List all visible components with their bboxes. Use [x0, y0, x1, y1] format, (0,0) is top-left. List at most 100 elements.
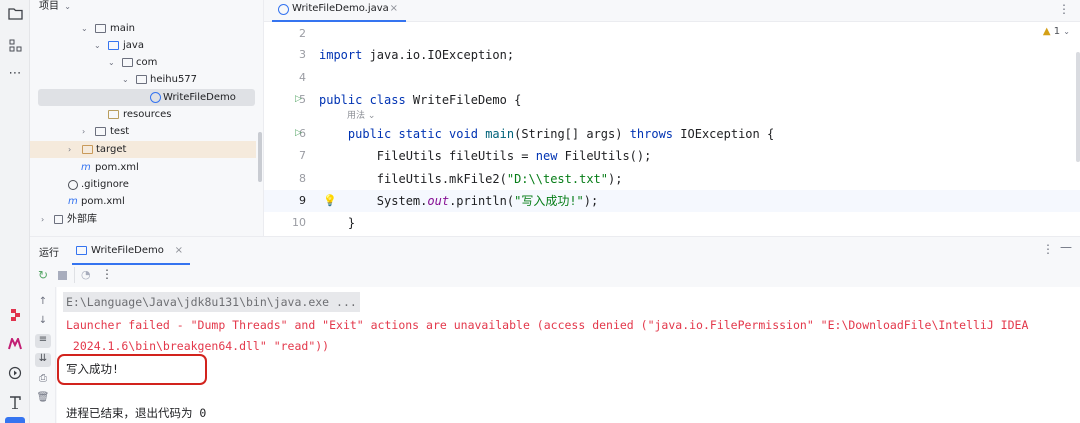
trash-icon[interactable]: 🗑 [36, 392, 50, 403]
chevron-down-icon: ⌄ [1063, 27, 1070, 36]
editor-scrollbar[interactable] [1076, 52, 1080, 162]
tree-item-resources[interactable]: resources [30, 106, 256, 123]
tree-item-main[interactable]: ⌄ main [30, 20, 256, 37]
maven-file-icon: m [68, 196, 78, 207]
line-number: 9 [299, 194, 306, 207]
folder-icon [95, 24, 106, 33]
tree-item-label: pom.xml [81, 196, 125, 207]
ignore-file-icon [68, 180, 78, 190]
excluded-folder-icon [82, 145, 93, 154]
camera-icon[interactable]: ◔ [81, 268, 91, 281]
console-side-toolbar: ↑ ↓ ≡ ⇊ ⎙ 🗑 [30, 287, 56, 423]
rerun-icon[interactable]: ↻ [38, 268, 48, 282]
tree-item-test[interactable]: › test [30, 123, 256, 140]
tab-label: WriteFileDemo.java [292, 3, 389, 14]
more-actions-icon[interactable]: ⋮ [1058, 2, 1070, 16]
tab-writefiledemo-java[interactable]: WriteFileDemo.java × [272, 0, 406, 22]
tree-item-heihu577[interactable]: ⌄ heihu577 [30, 71, 256, 88]
tree-item-java[interactable]: ⌄ java [30, 37, 256, 54]
chevron-down-icon: ⌄ [94, 41, 101, 50]
run-tab-label: WriteFileDemo [91, 245, 164, 256]
tree-item-label: heihu577 [150, 74, 198, 85]
project-panel-title: 项目 [39, 1, 59, 12]
code-editor[interactable]: ▲ 1 ⌄ 2 3 4 5 6 7 8 9 10 ▷ ▷ 💡 import ja… [264, 22, 1080, 236]
scroll-to-end-icon[interactable]: ⇊ [35, 353, 51, 367]
package-icon [136, 75, 147, 84]
chevron-down-icon: ⌄ [122, 75, 129, 84]
project-scrollbar[interactable] [258, 132, 262, 182]
print-icon[interactable]: ⎙ [36, 373, 50, 384]
chevron-down-icon: ⌄ [81, 24, 88, 33]
maven-icon[interactable] [4, 333, 26, 355]
tool-window-strip: ⋯ [0, 0, 30, 423]
tree-item-pom-module[interactable]: m pom.xml [30, 159, 256, 176]
chevron-right-icon: › [41, 215, 45, 224]
close-icon[interactable]: × [175, 239, 183, 263]
tree-item-writefiledemo[interactable]: WriteFileDemo [38, 89, 255, 106]
tree-item-pom-root[interactable]: m pom.xml [30, 193, 256, 210]
more-actions-icon[interactable]: ⋮ [1042, 242, 1054, 256]
console-exit-line: 进程已结束，退出代码为 0 [66, 406, 207, 420]
chevron-down-icon: ⌄ [64, 2, 71, 11]
annotation-highlight-box [57, 354, 207, 385]
minimize-icon[interactable]: — [1060, 240, 1072, 254]
inspection-widget[interactable]: ▲ 1 ⌄ [1043, 26, 1070, 37]
run-toolbar: ↻ ◔ ⋮ [30, 265, 1080, 287]
console-command-line: E:\Language\Java\jdk8u131\bin\java.exe .… [63, 292, 360, 312]
active-tool-indicator [5, 417, 25, 423]
line-number: 8 [299, 172, 306, 185]
stop-icon[interactable] [58, 271, 67, 280]
maven-file-icon: m [81, 162, 91, 173]
tree-item-external-libraries[interactable]: › 外部库 [30, 211, 256, 228]
tree-item-target[interactable]: › target [30, 141, 256, 158]
tree-item-gitignore[interactable]: .gitignore [30, 176, 256, 193]
services-icon[interactable] [4, 362, 26, 384]
java-class-icon [278, 4, 289, 15]
usages-hint[interactable]: 用法 ⌄ [347, 108, 375, 124]
terminal-icon[interactable] [4, 391, 26, 413]
soft-wrap-icon[interactable]: ≡ [35, 334, 51, 348]
code-line-10: } [319, 216, 356, 230]
package-icon [122, 58, 133, 67]
close-icon[interactable]: × [390, 0, 398, 18]
code-line-3: import java.io.IOException; [319, 48, 515, 62]
chevron-down-icon: ⌄ [108, 58, 115, 67]
folder-icon [95, 127, 106, 136]
warning-icon: ▲ [1042, 26, 1051, 37]
run-panel-title: 运行 [39, 248, 59, 259]
console-output[interactable]: E:\Language\Java\jdk8u131\bin\java.exe .… [57, 287, 1080, 423]
chevron-right-icon: › [82, 127, 86, 136]
code-line-9: System.out.println("写入成功!"); [319, 194, 599, 208]
project-tool-icon[interactable] [4, 2, 26, 24]
tree-item-label: main [110, 23, 135, 34]
tree-item-label: resources [123, 109, 172, 120]
java-class-icon [150, 92, 161, 103]
tree-item-label: pom.xml [95, 162, 139, 173]
tree-item-label: WriteFileDemo [163, 92, 236, 103]
plugin-icon[interactable] [4, 304, 26, 326]
tree-item-label: java [123, 40, 144, 51]
project-panel: 项目 ⌄ ⌄ main ⌄ java ⌄ com ⌄ heihu577 Writ… [30, 0, 264, 236]
run-class-icon[interactable]: ▷ [295, 94, 302, 104]
tree-item-com[interactable]: ⌄ com [30, 54, 256, 71]
run-tab-writefiledemo[interactable]: WriteFileDemo × [72, 239, 190, 265]
library-icon [54, 215, 63, 224]
line-number: 7 [299, 149, 306, 162]
chevron-right-icon: › [68, 145, 72, 154]
line-number: 4 [299, 71, 306, 84]
run-panel-header: 运行 WriteFileDemo × ⋮ — [30, 237, 1080, 265]
line-number: 3 [299, 48, 306, 61]
editor-tab-bar: WriteFileDemo.java × ⋮ [264, 0, 1080, 22]
project-panel-header[interactable]: 项目 ⌄ [30, 0, 263, 16]
structure-tool-icon[interactable] [4, 34, 26, 56]
code-line-8: fileUtils.mkFile2("D:\\test.txt"); [319, 172, 623, 186]
arrow-down-icon[interactable]: ↓ [36, 315, 50, 326]
run-main-icon[interactable]: ▷ [295, 128, 302, 138]
arrow-up-icon[interactable]: ↑ [36, 296, 50, 307]
tree-item-label: com [136, 57, 158, 68]
tree-item-label: test [110, 126, 130, 137]
more-actions-icon[interactable]: ⋮ [101, 267, 113, 281]
console-error-line: 2024.1.6\bin\breakgen64.dll" "read")) [66, 339, 330, 353]
more-tools-icon[interactable]: ⋯ [4, 62, 26, 84]
tree-item-label: 外部库 [67, 214, 97, 225]
